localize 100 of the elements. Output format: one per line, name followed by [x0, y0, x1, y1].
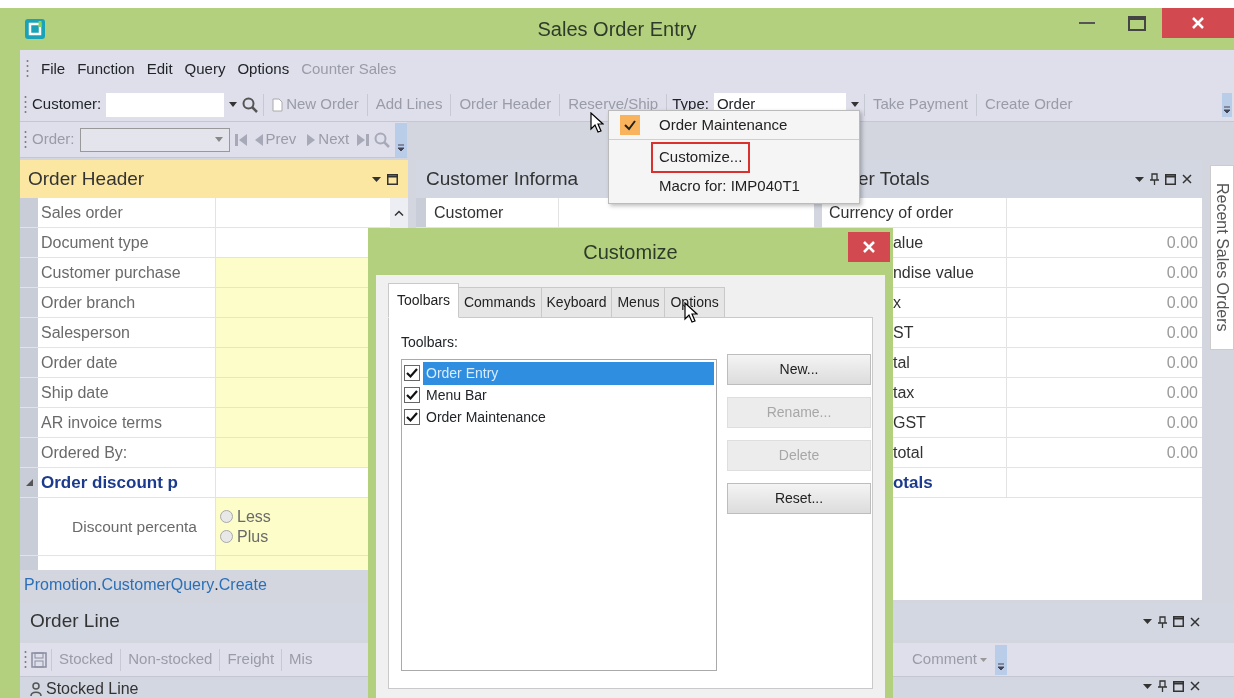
field-value: 0.00 [1166, 262, 1198, 283]
dialog-title: Customize [583, 239, 678, 265]
group-label: Order discount p [38, 468, 215, 497]
input-field[interactable] [215, 198, 391, 227]
tab[interactable]: Commands [457, 287, 542, 318]
toolbar-button[interactable]: Freight [224, 648, 278, 671]
close-icon[interactable] [1182, 174, 1192, 184]
maximize-icon[interactable] [1173, 680, 1184, 692]
menu-item[interactable]: Edit [146, 57, 173, 81]
search-icon[interactable] [242, 96, 259, 113]
pin-icon[interactable] [1158, 615, 1167, 628]
radio-label: Plus [237, 526, 269, 547]
window-title: Sales Order Entry [537, 17, 697, 42]
list-label: Toolbars: [401, 333, 459, 352]
order-combo[interactable] [79, 127, 230, 152]
field-label: Discount percenta [38, 498, 215, 555]
pin-icon[interactable] [1158, 680, 1167, 692]
tab[interactable]: Toolbars [388, 283, 459, 318]
checkbox[interactable] [404, 365, 420, 381]
tab[interactable]: Menus [611, 287, 666, 318]
radio-button[interactable] [220, 510, 233, 523]
close-icon [1192, 17, 1204, 29]
list-item[interactable]: Menu Bar [423, 383, 714, 407]
collapse-triangle-icon[interactable] [25, 479, 33, 486]
pin-icon[interactable] [1150, 173, 1159, 185]
tab[interactable]: Keyboard [540, 287, 613, 318]
side-tab[interactable]: Recent Sales Orders [1210, 165, 1234, 350]
list-item[interactable]: Order Maintenance [423, 405, 714, 429]
menu-item[interactable]: Query [184, 57, 226, 81]
field-label: Customer purchase [38, 258, 215, 287]
link[interactable]: CustomerQuery [101, 573, 215, 597]
dropdown-caret-icon[interactable] [372, 176, 381, 182]
grip-handle[interactable] [24, 93, 27, 116]
tab[interactable]: Options [664, 287, 725, 318]
maximize-icon [1128, 15, 1146, 31]
toolbar-button[interactable]: Comment [909, 648, 991, 671]
toolbar-overflow-icon[interactable] [995, 644, 1008, 675]
close-icon[interactable] [1190, 681, 1200, 691]
checkbox[interactable] [404, 387, 420, 403]
dialog-button[interactable]: Reset... [727, 483, 871, 514]
field-label: Customer: [32, 94, 102, 115]
dialog-button[interactable]: New... [727, 354, 871, 385]
toolbar-button[interactable]: Non-stocked [125, 648, 216, 671]
customer-field[interactable] [106, 92, 225, 117]
save-icon[interactable] [31, 651, 47, 668]
field-label: Ship date [38, 378, 215, 407]
app-logo-icon [24, 18, 46, 40]
toolbar-overflow-icon[interactable] [395, 122, 408, 157]
dropdown-caret-icon [980, 657, 988, 662]
toolbar-button[interactable]: Mis [286, 648, 316, 671]
dropdown-caret-icon[interactable] [850, 102, 859, 107]
field-value: 0.00 [1166, 352, 1198, 373]
person-icon [30, 682, 42, 696]
row-header [20, 288, 38, 317]
grip-handle[interactable] [24, 128, 27, 151]
cursor-icon [590, 112, 604, 133]
maximize-icon[interactable] [1173, 616, 1184, 627]
grip-handle[interactable] [26, 58, 29, 80]
field-value: 0.00 [1166, 442, 1198, 463]
panel-title: Order Header [28, 166, 145, 191]
list-item[interactable]: Order Entry [423, 361, 714, 385]
row-header [20, 198, 38, 227]
menu-item[interactable]: Customize... [651, 142, 751, 173]
field-label: Document type [38, 228, 215, 257]
link[interactable]: Create [218, 573, 267, 597]
close-icon[interactable] [1190, 616, 1200, 627]
row-header [20, 228, 38, 257]
grip-handle[interactable] [24, 648, 27, 671]
dropdown-caret-icon[interactable] [1143, 619, 1152, 624]
field-value: 0.00 [1166, 292, 1198, 313]
maximize-icon[interactable] [1165, 173, 1176, 185]
link-separator: . [214, 575, 219, 595]
menu-item[interactable]: Options [237, 57, 290, 81]
field-value: 0.00 [1166, 232, 1198, 253]
link[interactable]: Promotion [24, 573, 97, 597]
close-button[interactable] [848, 232, 890, 262]
dropdown-caret-icon[interactable] [1135, 176, 1144, 182]
field-label: Order branch [38, 288, 215, 317]
row-header [20, 348, 38, 377]
field-label: Salesperson [38, 318, 215, 347]
maximize-icon[interactable] [387, 173, 398, 185]
toolbar-button[interactable]: Stocked [56, 648, 117, 671]
row-header [20, 318, 38, 347]
field-label: Order date [38, 348, 215, 377]
radio-label: Less [237, 506, 271, 527]
toolbar-overflow-icon[interactable] [1222, 92, 1232, 117]
field-label: Order: [32, 129, 75, 150]
scroll-up-icon[interactable] [394, 210, 405, 216]
menu-item[interactable]: File [41, 57, 66, 81]
checkbox[interactable] [404, 409, 420, 425]
close-button[interactable] [1162, 8, 1234, 38]
row-header [20, 258, 38, 287]
field-label: Ordered By: [38, 438, 215, 467]
close-icon [863, 241, 875, 253]
dropdown-caret-icon[interactable] [229, 102, 238, 107]
menu-item[interactable]: Macro for: IMP040T1 [651, 171, 808, 202]
radio-button[interactable] [220, 530, 233, 543]
dropdown-caret-icon[interactable] [1143, 683, 1152, 689]
field-label: AR invoice terms [38, 408, 215, 437]
menu-item[interactable]: Function [77, 57, 135, 81]
